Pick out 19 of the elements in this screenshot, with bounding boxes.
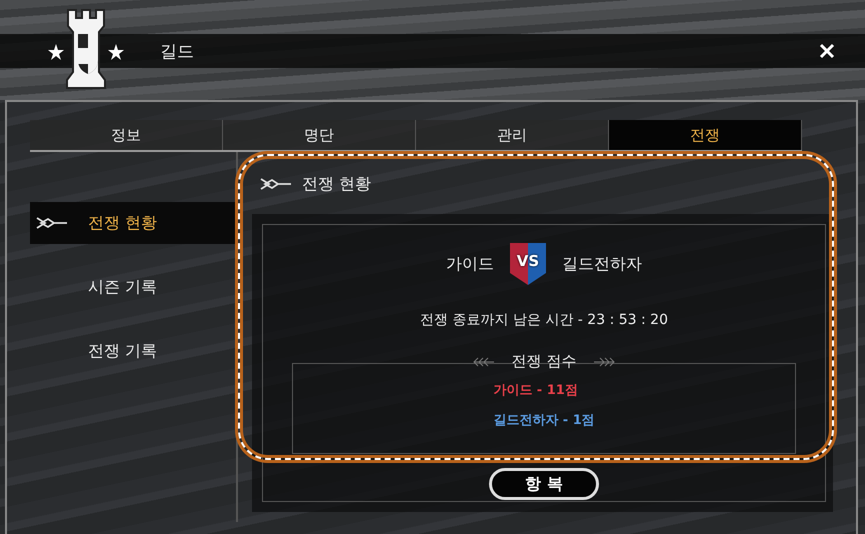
window-title: 길드 <box>160 40 194 62</box>
tab[interactable]: 전쟁 <box>609 120 802 150</box>
close-icon[interactable] <box>819 43 835 59</box>
section-title: 전쟁 현황 <box>302 174 372 194</box>
guild-score: 길드전하자 - 1점 <box>493 412 595 430</box>
spear-icon <box>36 216 68 230</box>
guild-score: 가이드 - 11점 <box>493 382 579 400</box>
sidebar-item[interactable]: 전쟁 현황 <box>30 202 236 244</box>
sidebar-item[interactable]: 전쟁 기록 <box>30 330 236 372</box>
tab[interactable]: 관리 <box>416 120 609 150</box>
guild-name: 길드전하자 <box>562 254 642 274</box>
guild-name: 가이드 <box>446 254 494 274</box>
score-title: 전쟁 점수 <box>510 352 578 371</box>
tab[interactable]: 명단 <box>223 120 416 150</box>
sidebar-item[interactable]: 시즌 기록 <box>30 266 236 308</box>
surrender-button[interactable]: 항 복 <box>489 468 599 500</box>
spear-icon <box>260 177 292 191</box>
time-remaining: 전쟁 종료까지 남은 시간 - 23 : 53 : 20 <box>420 311 668 329</box>
tab[interactable]: 정보 <box>30 120 223 150</box>
